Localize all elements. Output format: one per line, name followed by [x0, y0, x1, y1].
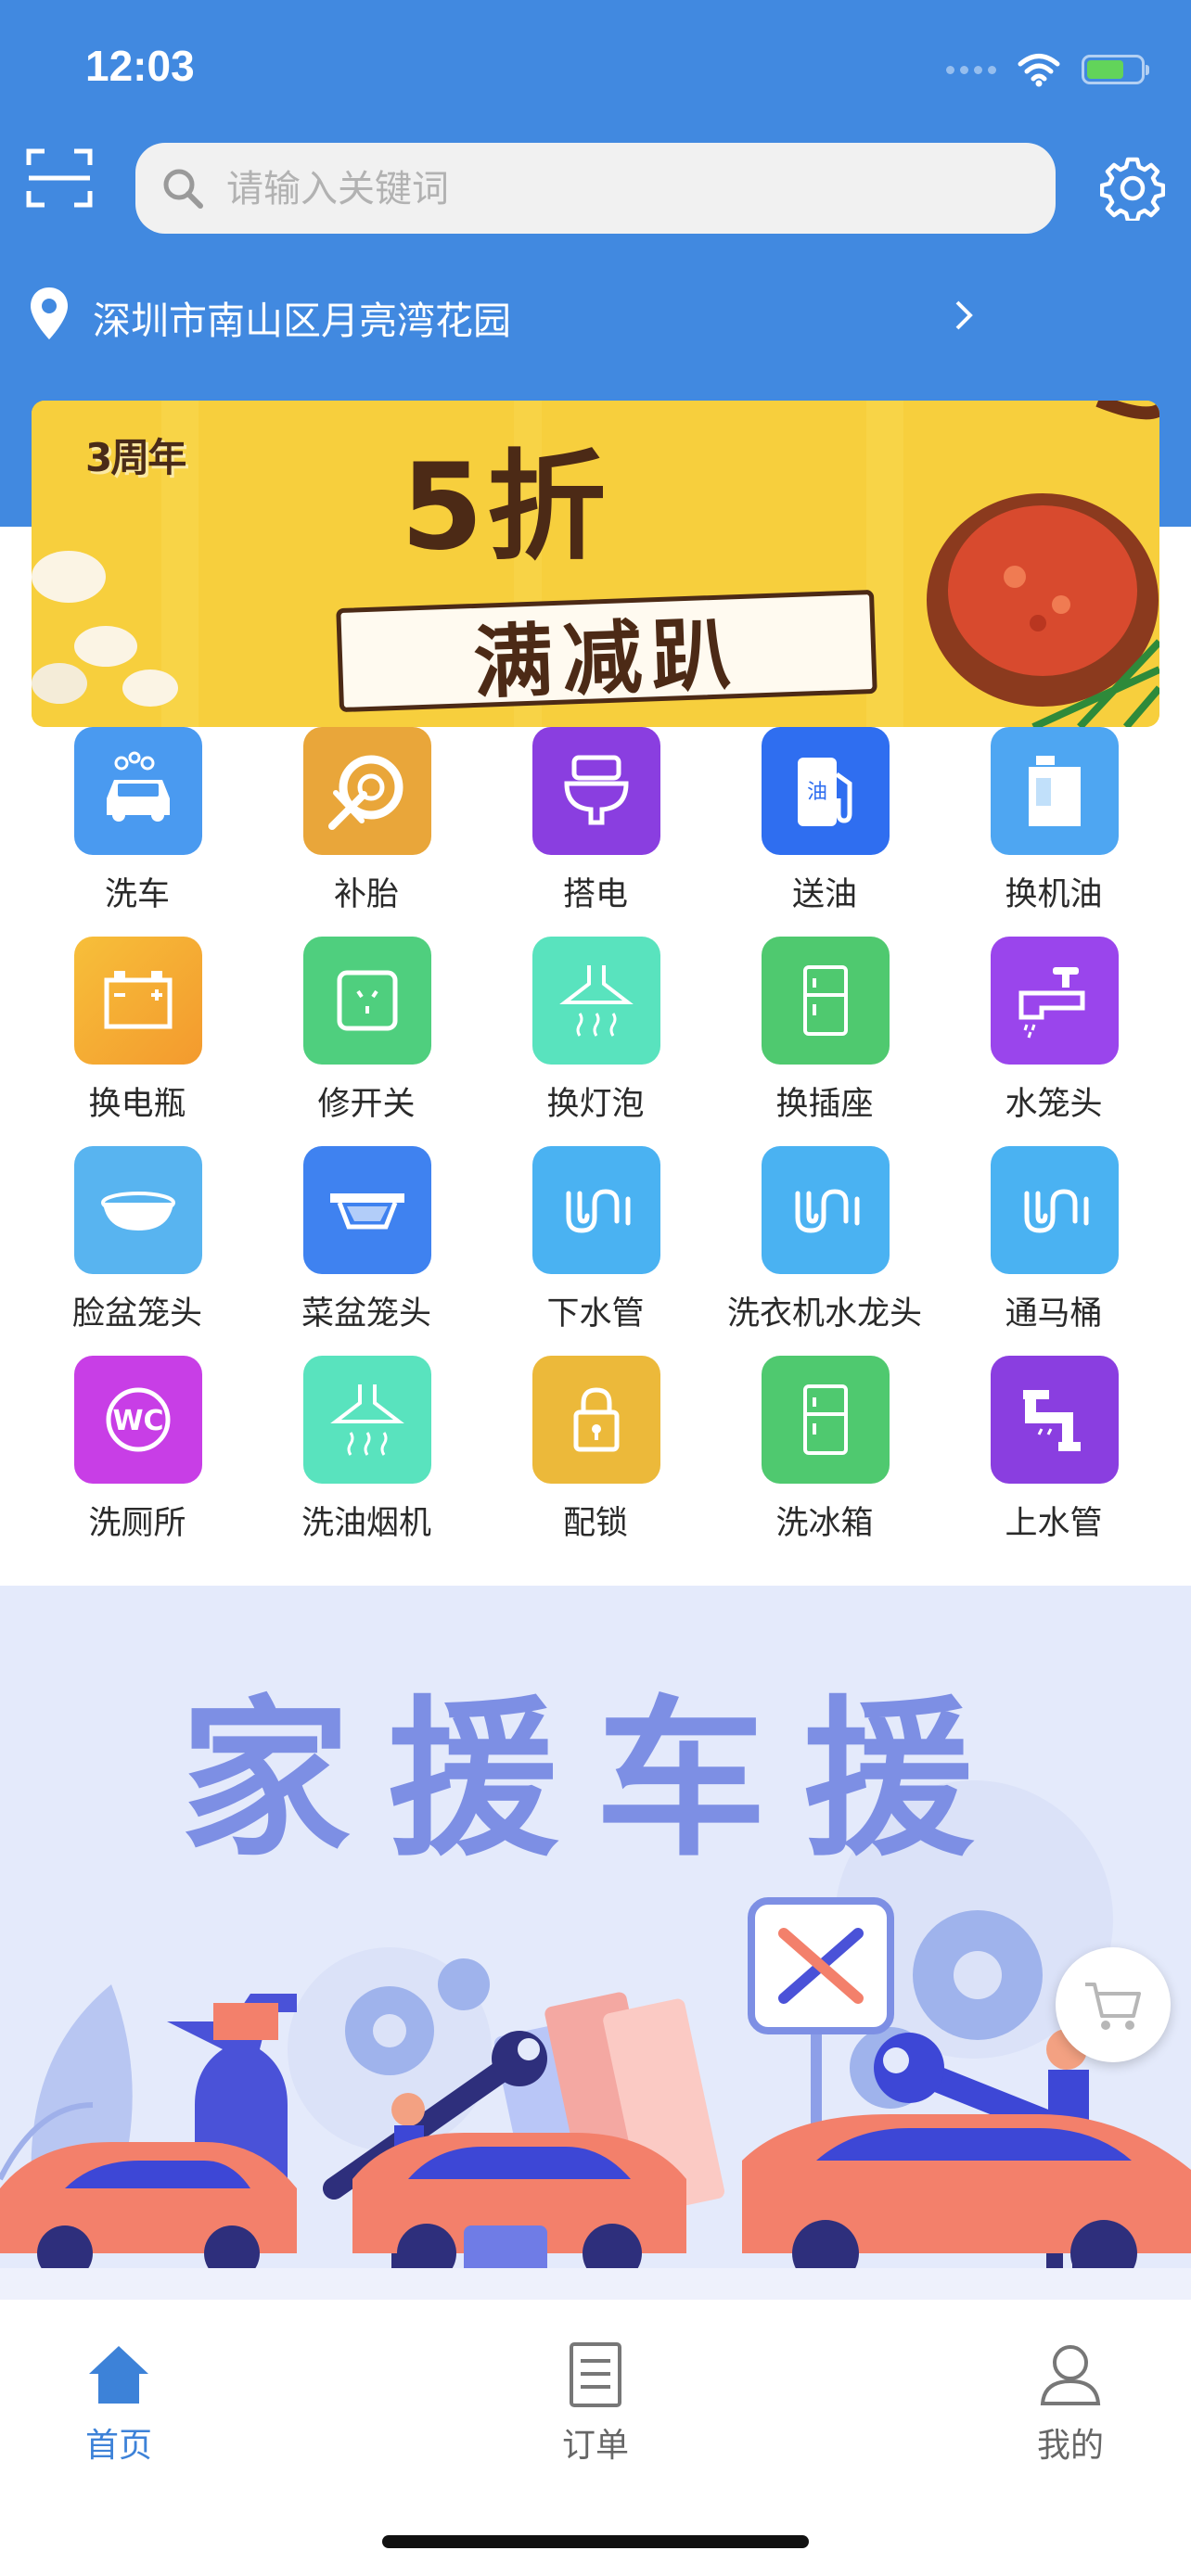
service-item[interactable]: 换电瓶: [22, 937, 252, 1146]
oil-can-icon: [1029, 756, 1081, 826]
service-label: 下水管: [546, 1295, 645, 1333]
drain-pipe-icon: [566, 1189, 631, 1233]
service-item[interactable]: 洗车: [22, 727, 252, 937]
promo-title: 家援车援: [179, 1679, 1011, 1880]
service-label: 补胎: [333, 876, 399, 913]
service-label: 换电瓶: [88, 1086, 186, 1123]
home-icon: [89, 2346, 148, 2404]
service-item[interactable]: 油 送油: [710, 727, 940, 937]
battery-icon: [104, 971, 173, 1029]
fridge-icon: [803, 1384, 848, 1455]
service-label: 换机油: [1005, 876, 1103, 913]
service-label: 洗衣机水龙头: [726, 1295, 922, 1333]
service-item[interactable]: 洗冰箱: [710, 1356, 940, 1565]
service-label: 上水管: [1005, 1505, 1103, 1542]
service-item[interactable]: 配锁: [480, 1356, 711, 1565]
scan-icon[interactable]: [26, 147, 93, 210]
service-label: 换灯泡: [546, 1086, 645, 1123]
service-item[interactable]: 洗衣机水龙头: [710, 1146, 940, 1356]
cellular-signal-icon: [946, 65, 996, 74]
service-item[interactable]: 补胎: [251, 727, 481, 937]
socket-icon: [337, 970, 398, 1031]
svg-text:油: 油: [807, 781, 827, 804]
status-icons: [946, 48, 1149, 91]
service-item[interactable]: 菜盆笼头: [251, 1146, 481, 1356]
range-hood-icon: [330, 1384, 404, 1456]
basin-icon: [101, 1192, 175, 1231]
service-item[interactable]: 脸盆笼头: [22, 1146, 252, 1356]
service-item[interactable]: 搭电: [480, 727, 711, 937]
cart-icon: [1085, 1983, 1141, 2030]
water-pipe-icon: [1023, 1390, 1081, 1451]
user-icon: [1040, 2345, 1101, 2405]
service-label: 菜盆笼头: [301, 1295, 431, 1333]
service-item[interactable]: 换机油: [939, 727, 1169, 937]
search-bar[interactable]: [135, 143, 1056, 236]
location-pin-icon: [31, 287, 68, 339]
sink-icon: [330, 1193, 404, 1230]
tab-label: 首页: [84, 2427, 152, 2465]
home-indicator: [382, 2535, 809, 2548]
service-label: 换插座: [775, 1086, 874, 1123]
service-item[interactable]: 换插座: [710, 937, 940, 1146]
search-icon: [163, 169, 203, 209]
toilet-icon: [564, 755, 629, 825]
status-time: 12:03: [85, 42, 195, 90]
order-list-icon: [570, 2342, 621, 2407]
banner-badge: 3周年: [85, 435, 186, 480]
service-label: 配锁: [562, 1505, 628, 1542]
service-label: 水笼头: [1005, 1086, 1103, 1123]
service-label: 洗厕所: [88, 1505, 186, 1542]
car-wash-icon: [107, 751, 170, 822]
tab-home[interactable]: 首页: [26, 2339, 211, 2478]
service-item[interactable]: 洗油烟机: [251, 1356, 481, 1565]
search-input[interactable]: [224, 143, 1026, 236]
chevron-right-icon[interactable]: [950, 299, 978, 332]
service-label: 搭电: [562, 876, 628, 913]
banner-headline: 5折: [401, 439, 610, 577]
tire-repair-icon: [328, 755, 403, 830]
service-label: 洗油烟机: [301, 1505, 431, 1542]
service-label: 修开关: [317, 1086, 416, 1123]
battery-icon: [1082, 55, 1149, 84]
service-item[interactable]: 通马桶: [939, 1146, 1169, 1356]
gear-icon[interactable]: [1100, 156, 1165, 221]
promo-illustration[interactable]: 家援车援: [0, 1586, 1191, 2300]
faucet-icon: [1018, 967, 1085, 1039]
wifi-icon: [1018, 54, 1060, 87]
service-label: 洗冰箱: [775, 1505, 874, 1542]
service-item[interactable]: 修开关: [251, 937, 481, 1146]
location-selector[interactable]: 深圳市南山区月亮湾花园: [28, 282, 724, 347]
fridge-icon: [803, 965, 848, 1036]
fuel-pump-icon: 油: [798, 758, 852, 826]
service-item[interactable]: WC 洗厕所: [22, 1356, 252, 1565]
wc-icon: WC: [106, 1387, 171, 1452]
location-text: 深圳市南山区月亮湾花园: [93, 299, 511, 343]
service-item[interactable]: 上水管: [939, 1356, 1169, 1565]
lock-icon: [573, 1387, 620, 1452]
tab-orders[interactable]: 订单: [503, 2339, 688, 2478]
svg-text:WC: WC: [112, 1405, 163, 1437]
tab-label: 我的: [1036, 2427, 1104, 2465]
service-label: 脸盆笼头: [71, 1295, 202, 1333]
service-label: 通马桶: [1005, 1295, 1103, 1333]
tab-profile[interactable]: 我的: [978, 2339, 1163, 2478]
service-label: 洗车: [104, 876, 170, 913]
service-label: 送油: [791, 876, 857, 913]
promo-banner[interactable]: 3周年 5折 满减趴: [32, 401, 1159, 727]
service-item[interactable]: 换灯泡: [480, 937, 711, 1146]
banner-subline: 满减趴: [336, 589, 877, 713]
service-item[interactable]: 水笼头: [939, 937, 1169, 1146]
drain-pipe-icon: [1024, 1189, 1089, 1233]
drain-pipe-icon: [795, 1189, 860, 1233]
tab-label: 订单: [561, 2427, 629, 2465]
cart-button[interactable]: [1056, 1947, 1171, 2062]
service-item[interactable]: 下水管: [480, 1146, 711, 1356]
range-hood-icon: [559, 965, 634, 1037]
